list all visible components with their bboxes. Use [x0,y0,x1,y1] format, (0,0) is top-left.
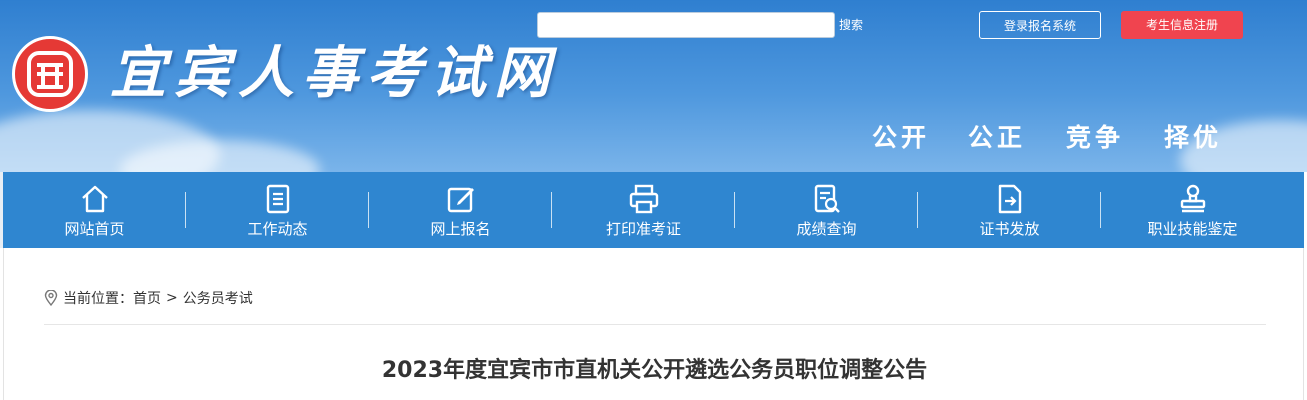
divider [44,324,1266,325]
breadcrumb-category-link[interactable]: 公务员考试 [183,288,253,308]
nav-item-label: 成绩查询 [796,220,857,238]
slogan-item: 公正 [968,123,1027,152]
nav-item-label: 证书发放 [979,220,1040,238]
stamp-icon [1176,182,1210,216]
search-input[interactable] [537,12,835,38]
slogan-item: 竞争 [1066,123,1125,152]
nav-item-skill-appraisal[interactable]: 职业技能鉴定 [1101,172,1284,248]
site-title: 宜宾人事考试网 [110,40,558,106]
login-system-button[interactable]: 登录报名系统 [979,11,1101,39]
site-logo[interactable] [12,36,88,112]
nav-item-label: 打印准考证 [605,220,681,238]
nav-item-label: 网上报名 [430,220,491,238]
certificate-export-icon [993,182,1027,216]
home-icon [78,182,112,216]
location-pin-icon [44,290,58,306]
search-document-icon [810,182,844,216]
main-nav: 网站首页 工作动态 网上报名 打印准考证 成绩查询 证书发放 职业技能鉴定 [3,172,1304,248]
header-banner: 宜宾人事考试网 搜索 登录报名系统 考生信息注册 公开 公正 竞争 择优 [0,0,1307,172]
logo-seal-icon [27,51,73,97]
nav-item-certificate[interactable]: 证书发放 [918,172,1101,248]
breadcrumb-prefix: 当前位置： [63,291,133,307]
nav-item-label: 职业技能鉴定 [1147,220,1238,238]
printer-icon [627,182,661,216]
slogan-item: 公开 [872,123,931,152]
breadcrumb-separator: > [166,290,178,306]
register-button[interactable]: 考生信息注册 [1121,11,1243,39]
breadcrumb: 当前位置： 首页 > 公务员考试 [44,288,253,308]
main-content: 当前位置： 首页 > 公务员考试 2023年度宜宾市市直机关公开遴选公务员职位调… [3,248,1304,400]
document-icon [261,182,295,216]
nav-item-home[interactable]: 网站首页 [3,172,186,248]
edit-icon [444,182,478,216]
nav-item-label: 工作动态 [247,220,308,238]
article-title: 2023年度宜宾市市直机关公开遴选公务员职位调整公告 [381,358,928,383]
nav-item-label: 网站首页 [64,220,125,238]
search-button[interactable]: 搜索 [835,12,867,38]
nav-item-online-registration[interactable]: 网上报名 [369,172,552,248]
nav-item-news[interactable]: 工作动态 [186,172,369,248]
breadcrumb-home-link[interactable]: 首页 [133,288,161,308]
nav-item-score-query[interactable]: 成绩查询 [735,172,918,248]
slogan-item: 择优 [1164,123,1223,152]
nav-item-print-ticket[interactable]: 打印准考证 [552,172,735,248]
